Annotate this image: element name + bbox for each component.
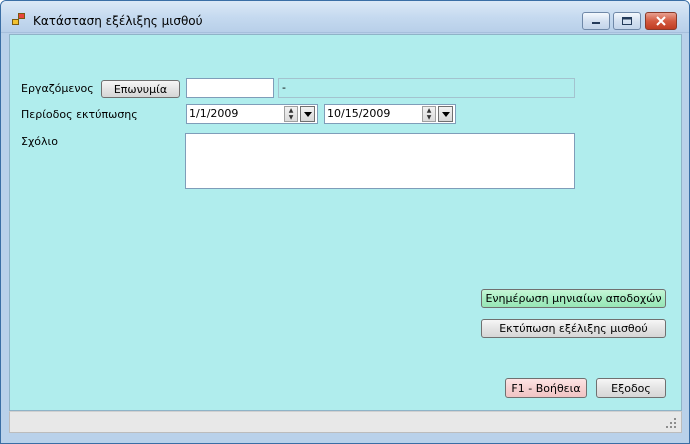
spin-up-icon[interactable]: ▲ <box>423 107 435 114</box>
name-lookup-button[interactable]: Επωνυμία <box>101 80 180 98</box>
comment-textarea[interactable] <box>185 133 575 189</box>
date-to-value: 10/15/2009 <box>327 107 391 120</box>
comment-label: Σχόλιο <box>21 135 58 148</box>
employee-code-input[interactable] <box>186 78 274 98</box>
exit-button[interactable]: Εξοδος <box>596 378 666 398</box>
minimize-icon <box>592 22 600 24</box>
date-from-spinner[interactable]: ▲ ▼ <box>284 106 298 122</box>
date-to-dropdown-button[interactable] <box>438 106 453 122</box>
title-bar[interactable]: Κατάσταση εξέλιξης μισθού <box>1 1 689 33</box>
spin-down-icon[interactable]: ▼ <box>423 114 435 121</box>
print-salary-progress-button[interactable]: Εκτύπωση εξέλιξης μισθού <box>481 319 666 338</box>
employee-label: Εργαζόμενος <box>21 82 94 95</box>
date-from-dropdown-button[interactable] <box>300 106 315 122</box>
close-button[interactable] <box>645 12 677 30</box>
spin-up-icon[interactable]: ▲ <box>285 107 297 114</box>
window-title: Κατάσταση εξέλιξης μισθού <box>33 14 203 28</box>
date-to-picker[interactable]: 10/15/2009 ▲ ▼ <box>324 104 456 124</box>
close-icon <box>656 16 666 26</box>
date-to-spinner[interactable]: ▲ ▼ <box>422 106 436 122</box>
employee-name-field: - <box>278 78 575 98</box>
status-bar <box>9 411 682 433</box>
maximize-button[interactable] <box>613 12 641 30</box>
chevron-down-icon <box>303 111 312 117</box>
spin-down-icon[interactable]: ▼ <box>285 114 297 121</box>
date-from-picker[interactable]: 1/1/2009 ▲ ▼ <box>186 104 318 124</box>
resize-grip-icon[interactable] <box>666 418 677 429</box>
app-icon <box>12 13 26 26</box>
maximize-icon <box>622 17 632 25</box>
update-monthly-earnings-button[interactable]: Ενημέρωση μηνιαίων αποδοχών <box>481 289 666 308</box>
date-from-value: 1/1/2009 <box>189 107 239 120</box>
period-label: Περίοδος εκτύπωσης <box>21 108 138 121</box>
main-window: Κατάσταση εξέλιξης μισθού Εργαζόμενος Επ… <box>0 0 690 444</box>
help-button[interactable]: F1 - Βοήθεια <box>505 378 587 398</box>
minimize-button[interactable] <box>582 12 610 30</box>
form-client-area: Εργαζόμενος Επωνυμία - Περίοδος εκτύπωση… <box>9 34 682 411</box>
chevron-down-icon <box>441 111 450 117</box>
